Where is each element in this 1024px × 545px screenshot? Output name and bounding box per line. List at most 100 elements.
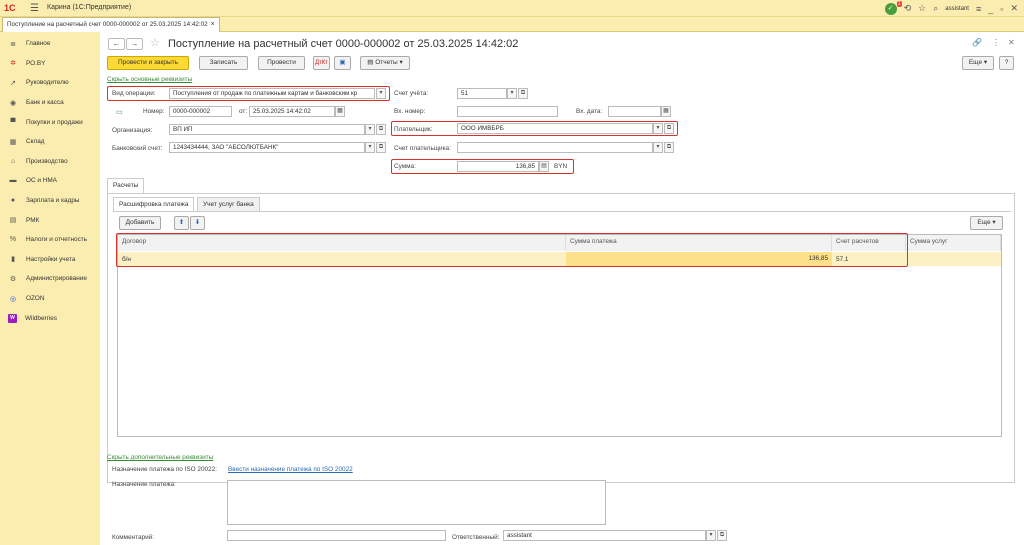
move-down-icon[interactable]: ⬇: [190, 216, 205, 230]
payer-account-open-icon[interactable]: ⧉: [664, 142, 674, 153]
sidebar-item-sales[interactable]: ▀ Покупки и продажи: [0, 112, 100, 132]
app-logo-icon[interactable]: 1С: [4, 3, 26, 14]
sidebar-item-production[interactable]: ⌂ Производство: [0, 152, 100, 172]
account-field[interactable]: 51: [457, 88, 507, 99]
sidebar-item-assets[interactable]: ▬ ОС и НМА: [0, 171, 100, 191]
bank-account-open-icon[interactable]: ⧉: [376, 142, 386, 153]
gear-icon: ⚙: [9, 275, 17, 283]
sidebar-item-taxes[interactable]: % Налоги и отчетность: [0, 230, 100, 250]
sidebar-item-main[interactable]: ≣ Главное: [0, 34, 100, 54]
payer-account-field[interactable]: [457, 142, 653, 153]
table-highlight: [116, 233, 908, 267]
iso-purpose-link[interactable]: Ввести назначение платежа по ISO 20022: [228, 466, 353, 473]
incoming-number-field[interactable]: [457, 106, 558, 117]
main-menu-icon[interactable]: ☰: [30, 3, 39, 14]
operation-type-dropdown-icon[interactable]: ▾: [376, 88, 386, 99]
table-more-button[interactable]: Еще ▾: [970, 216, 1003, 230]
hide-extra-details-link[interactable]: Скрыть дополнительные реквизиты: [107, 454, 213, 461]
chevron-down-icon: ▾: [399, 59, 403, 66]
sidebar-item-salary[interactable]: ● Зарплата и кадры: [0, 191, 100, 211]
operation-type-field[interactable]: Поступления от продаж по платежным карта…: [169, 88, 375, 99]
number-label: Номер:: [143, 108, 165, 115]
sum-field[interactable]: 136,85: [457, 161, 539, 172]
payment-purpose-textarea[interactable]: [227, 480, 606, 525]
incoming-calendar-icon[interactable]: ▦: [661, 106, 671, 117]
app-title: Карина (1С:Предприятие): [47, 4, 132, 11]
incoming-date-field[interactable]: [608, 106, 661, 117]
tab-settlements[interactable]: Расчеты: [107, 178, 145, 193]
sidebar-item-admin[interactable]: ⚙ Администрирование: [0, 269, 100, 289]
more-button[interactable]: Еще ▾: [962, 56, 994, 70]
bank-account-field[interactable]: 1243434444, ЗАО "АБСОЛЮТБАНК": [169, 142, 365, 153]
calendar-icon[interactable]: ▦: [335, 106, 345, 117]
responsible-field[interactable]: assistant: [503, 530, 706, 541]
notifications-icon[interactable]: ✓ 1: [884, 0, 902, 15]
sidebar-item-pos[interactable]: ▤ РМК: [0, 210, 100, 230]
column-header-services[interactable]: Сумма услуг: [906, 235, 1001, 251]
open-windows-bar: Поступление на расчетный счет 0000-00000…: [0, 17, 1024, 32]
calculator-icon[interactable]: ▤: [539, 161, 549, 172]
cart-icon: ▀: [10, 118, 16, 126]
sections-sidebar: ≣ Главное ✲ РО.BY ↗ Руководителю ◉ Банк и ка…: [0, 32, 100, 545]
post-and-close-button[interactable]: Провести и закрыть: [107, 56, 189, 70]
close-form-icon[interactable]: ✕: [1008, 38, 1015, 47]
minimize-icon[interactable]: _: [988, 4, 993, 14]
payer-dropdown-icon[interactable]: ▾: [653, 123, 663, 134]
favorites-star-icon[interactable]: ☆: [918, 3, 926, 14]
link-icon[interactable]: 🔗: [972, 38, 982, 47]
payer-field[interactable]: ООО ИМВБРБ: [457, 123, 653, 134]
move-up-icon[interactable]: ⬆: [174, 216, 189, 230]
responsible-open-icon[interactable]: ⧉: [717, 530, 727, 541]
sidebar-item-ro-by[interactable]: ✲ РО.BY: [0, 54, 100, 74]
payer-account-dropdown-icon[interactable]: ▾: [653, 142, 663, 153]
dt-kt-icon[interactable]: ДтКт: [313, 56, 330, 70]
account-open-icon[interactable]: ⧉: [518, 88, 528, 99]
sidebar-item-wildberries[interactable]: W Wildberries: [0, 308, 100, 328]
date-field[interactable]: 25.03.2025 14:42:02: [249, 106, 335, 117]
tax-icon: %: [9, 236, 17, 244]
iso-purpose-label: Назначение платежа по ISO 20022:: [112, 466, 217, 473]
sidebar-item-settings[interactable]: ▮ Настройки учета: [0, 250, 100, 270]
tab-payment-breakdown[interactable]: Расшифровка платежа: [113, 197, 195, 211]
comment-label: Комментарий:: [112, 534, 155, 541]
payer-open-icon[interactable]: ⧉: [664, 123, 674, 134]
open-document-tab-label: Поступление на расчетный счет 0000-00000…: [7, 21, 208, 28]
tab-bank-services[interactable]: Учет услуг банка: [197, 197, 260, 211]
organization-dropdown-icon[interactable]: ▾: [365, 124, 375, 135]
save-button[interactable]: Записать: [199, 56, 248, 70]
search-icon[interactable]: ⌕: [933, 3, 938, 14]
sidebar-item-ozon[interactable]: ◎ OZON: [0, 289, 100, 309]
history-icon[interactable]: ⟲: [904, 3, 912, 14]
settings-menu-icon[interactable]: ≡: [976, 4, 981, 14]
structure-icon[interactable]: ▣: [334, 56, 351, 70]
bank-account-dropdown-icon[interactable]: ▾: [365, 142, 375, 153]
post-button[interactable]: Провести: [258, 56, 305, 70]
number-field[interactable]: 0000-000002: [169, 106, 232, 117]
sidebar-item-manager[interactable]: ↗ Руководителю: [0, 73, 100, 93]
inner-tab-divider: [113, 211, 1011, 212]
back-button[interactable]: ←: [108, 38, 125, 50]
close-window-icon[interactable]: ✕: [1010, 3, 1018, 14]
comment-field[interactable]: [227, 530, 446, 541]
factory-icon: ⌂: [10, 157, 16, 165]
sidebar-item-bank[interactable]: ◉ Банк и касса: [0, 93, 100, 113]
current-user[interactable]: assistant: [945, 6, 969, 12]
responsible-dropdown-icon[interactable]: ▾: [706, 530, 716, 541]
organization-field[interactable]: ВП ИП: [169, 124, 365, 135]
close-tab-icon[interactable]: ×: [211, 21, 215, 28]
add-row-button[interactable]: Добавить: [119, 216, 161, 230]
restore-icon[interactable]: ▫: [1000, 4, 1003, 14]
sidebar-item-warehouse[interactable]: ▦ Склад: [0, 132, 100, 152]
more-vertical-icon[interactable]: ⋮: [992, 38, 1000, 47]
organization-open-icon[interactable]: ⧉: [376, 124, 386, 135]
warehouse-icon: ▦: [9, 138, 17, 146]
reports-button[interactable]: ▤ Отчеты ▾: [360, 56, 410, 70]
hide-main-details-link[interactable]: Скрыть основные реквизиты: [107, 76, 192, 83]
favorite-star-icon[interactable]: ☆: [150, 36, 160, 49]
help-button[interactable]: ?: [999, 56, 1014, 70]
row-services-cell[interactable]: [906, 253, 1001, 266]
book-icon: ▮: [11, 256, 15, 264]
account-dropdown-icon[interactable]: ▾: [507, 88, 517, 99]
open-document-tab[interactable]: Поступление на расчетный счет 0000-00000…: [2, 17, 220, 32]
forward-button[interactable]: →: [126, 38, 143, 50]
